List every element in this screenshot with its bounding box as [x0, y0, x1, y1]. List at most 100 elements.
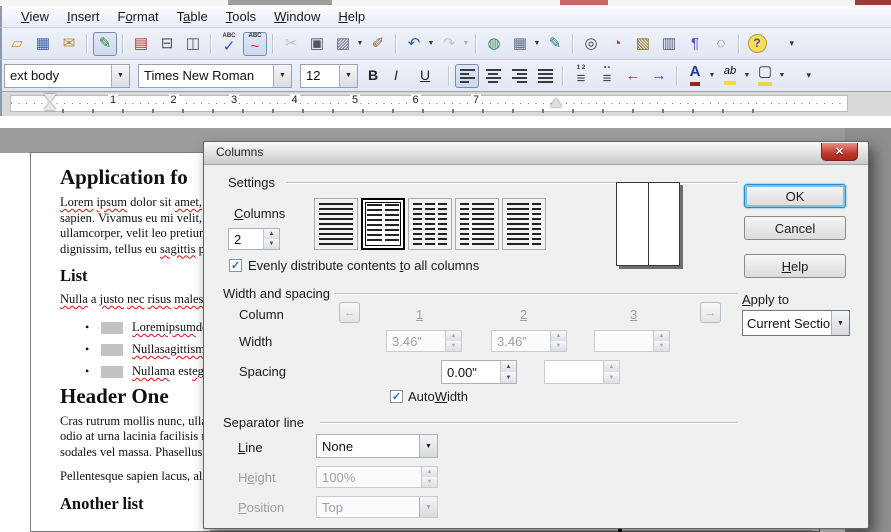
- navigator-icon[interactable]: ◔: [605, 32, 629, 56]
- font-color-dropdown-icon[interactable]: ▼: [707, 64, 717, 88]
- background-color-icon[interactable]: ▢: [753, 64, 777, 88]
- draw-functions-icon[interactable]: ✎: [543, 32, 567, 56]
- print-icon[interactable]: ⊟: [155, 32, 179, 56]
- align-left-icon[interactable]: [455, 64, 479, 88]
- menu-format[interactable]: Format: [108, 7, 167, 26]
- ruler-number-6: 6: [411, 94, 421, 106]
- edit-file-icon[interactable]: ✎: [93, 32, 117, 56]
- chevron-down-icon[interactable]: ▼: [273, 65, 291, 87]
- export-pdf-icon[interactable]: ▤: [129, 32, 153, 56]
- paste-dropdown-icon[interactable]: ▼: [355, 32, 365, 56]
- menu-table[interactable]: Table: [168, 7, 217, 26]
- evenly-distribute-checkbox[interactable]: ✓: [229, 259, 242, 272]
- apply-to-value[interactable]: Current Section: [743, 316, 831, 331]
- italic-icon[interactable]: I: [393, 64, 417, 88]
- autospellcheck-icon[interactable]: ABC~: [243, 32, 267, 56]
- undo-icon[interactable]: ↶: [402, 32, 426, 56]
- help-icon[interactable]: ?: [745, 32, 769, 56]
- copy-icon[interactable]: ▣: [305, 32, 329, 56]
- spacing-1-value[interactable]: 0.00": [442, 365, 500, 380]
- find-replace-icon[interactable]: ◎: [579, 32, 603, 56]
- numbered-list-icon[interactable]: 1 2≡: [569, 64, 593, 88]
- separator-group-label: Separator line: [223, 415, 310, 430]
- dialog-titlebar[interactable]: Columns ✕: [204, 142, 868, 165]
- right-indent-marker[interactable]: [550, 98, 562, 107]
- close-icon[interactable]: ✕: [821, 143, 858, 161]
- autowidth-label[interactable]: AutoWidth: [408, 389, 468, 404]
- toolbar-separator: [210, 34, 212, 54]
- formatbar-overflow-icon[interactable]: ▾: [788, 64, 812, 88]
- width-2-stepper: 3.46" ▲▼: [491, 330, 567, 352]
- font-name-combo[interactable]: Times New Roman ▼: [138, 64, 292, 88]
- page-preview-icon[interactable]: ◫: [181, 32, 205, 56]
- justify-icon[interactable]: [533, 64, 557, 88]
- apply-to-dropdown[interactable]: Current Section ▼: [742, 310, 850, 336]
- menu-tools[interactable]: Tools: [217, 7, 265, 26]
- spacing-1-stepper[interactable]: 0.00" ▲▼: [441, 360, 517, 384]
- align-center-icon[interactable]: [481, 64, 505, 88]
- format-paintbrush-icon[interactable]: ✐: [366, 32, 390, 56]
- gallery-icon[interactable]: ▧: [631, 32, 655, 56]
- hyperlink-icon[interactable]: ◍: [482, 32, 506, 56]
- spellcheck-icon[interactable]: ABC✓: [217, 32, 241, 56]
- evenly-distribute-label[interactable]: Evenly distribute contents to all column…: [248, 258, 479, 273]
- background-color-dropdown-icon[interactable]: ▼: [777, 64, 787, 88]
- font-name-value[interactable]: Times New Roman: [139, 68, 273, 83]
- preset-three-columns[interactable]: [408, 198, 452, 250]
- save-icon[interactable]: ▦: [31, 32, 55, 56]
- columns-stepper[interactable]: 2 ▲▼: [228, 228, 280, 250]
- help-button[interactable]: Help: [744, 254, 846, 278]
- underline-icon[interactable]: U: [419, 64, 443, 88]
- horizontal-ruler[interactable]: 1234567: [0, 92, 891, 116]
- paragraph-style-combo[interactable]: ext body ▼: [4, 64, 130, 88]
- stepper-arrows[interactable]: ▲▼: [500, 361, 516, 383]
- line-style-dropdown[interactable]: None ▼: [316, 434, 438, 458]
- preset-right-narrow[interactable]: [502, 198, 546, 250]
- ok-button[interactable]: OK: [744, 184, 846, 208]
- menu-window[interactable]: Window: [265, 7, 329, 26]
- menu-view[interactable]: View: [12, 7, 58, 26]
- scroll-columns-left-button[interactable]: ←: [339, 302, 360, 323]
- bullet-list-icon[interactable]: • •≡: [595, 64, 619, 88]
- zoom-icon[interactable]: ◌: [709, 32, 733, 56]
- paragraph-style-value[interactable]: ext body: [5, 68, 111, 83]
- open-icon[interactable]: ▱: [5, 32, 29, 56]
- undo-dropdown-icon[interactable]: ▼: [426, 32, 436, 56]
- font-size-value[interactable]: 12: [301, 68, 339, 83]
- stepper-arrows[interactable]: ▲▼: [263, 229, 279, 249]
- preset-left-narrow[interactable]: [455, 198, 499, 250]
- paste-icon[interactable]: ▨: [331, 32, 355, 56]
- columns-value[interactable]: 2: [229, 232, 263, 247]
- chevron-down-icon[interactable]: ▼: [831, 311, 849, 335]
- menu-help[interactable]: Help: [329, 7, 374, 26]
- increase-indent-icon[interactable]: →: [647, 64, 671, 88]
- page-rule-line: [210, 530, 812, 531]
- data-sources-icon[interactable]: ▥: [657, 32, 681, 56]
- ruler-tab-marks: [62, 109, 762, 113]
- highlighting-dropdown-icon[interactable]: ▼: [742, 64, 752, 88]
- menu-insert[interactable]: Insert: [58, 7, 109, 26]
- preset-two-columns[interactable]: [361, 198, 405, 250]
- chevron-down-icon[interactable]: ▼: [339, 65, 357, 87]
- chevron-down-icon[interactable]: ▼: [111, 65, 129, 87]
- table-icon[interactable]: ▦: [508, 32, 532, 56]
- preset-one-column[interactable]: [314, 198, 358, 250]
- scroll-columns-right-button[interactable]: →: [700, 302, 721, 323]
- align-right-icon[interactable]: [507, 64, 531, 88]
- font-color-icon[interactable]: A: [683, 64, 707, 88]
- toolbar-overflow-icon[interactable]: ▾: [771, 32, 795, 56]
- dialog-title: Columns: [216, 145, 263, 159]
- mail-icon[interactable]: ✉: [57, 32, 81, 56]
- formatting-marks-icon[interactable]: ¶: [683, 32, 707, 56]
- toolbar-separator: [448, 66, 450, 86]
- chevron-down-icon[interactable]: ▼: [419, 435, 437, 457]
- line-style-value[interactable]: None: [317, 439, 419, 454]
- highlighting-icon[interactable]: ab: [718, 64, 742, 88]
- font-size-combo[interactable]: 12 ▼: [300, 64, 358, 88]
- table-dropdown-icon[interactable]: ▼: [532, 32, 542, 56]
- decrease-indent-icon[interactable]: ←: [621, 64, 645, 88]
- autowidth-checkbox[interactable]: ✓: [390, 390, 403, 403]
- bold-icon[interactable]: B: [367, 64, 391, 88]
- cancel-button[interactable]: Cancel: [744, 216, 846, 240]
- settings-group-label: Settings: [228, 175, 281, 190]
